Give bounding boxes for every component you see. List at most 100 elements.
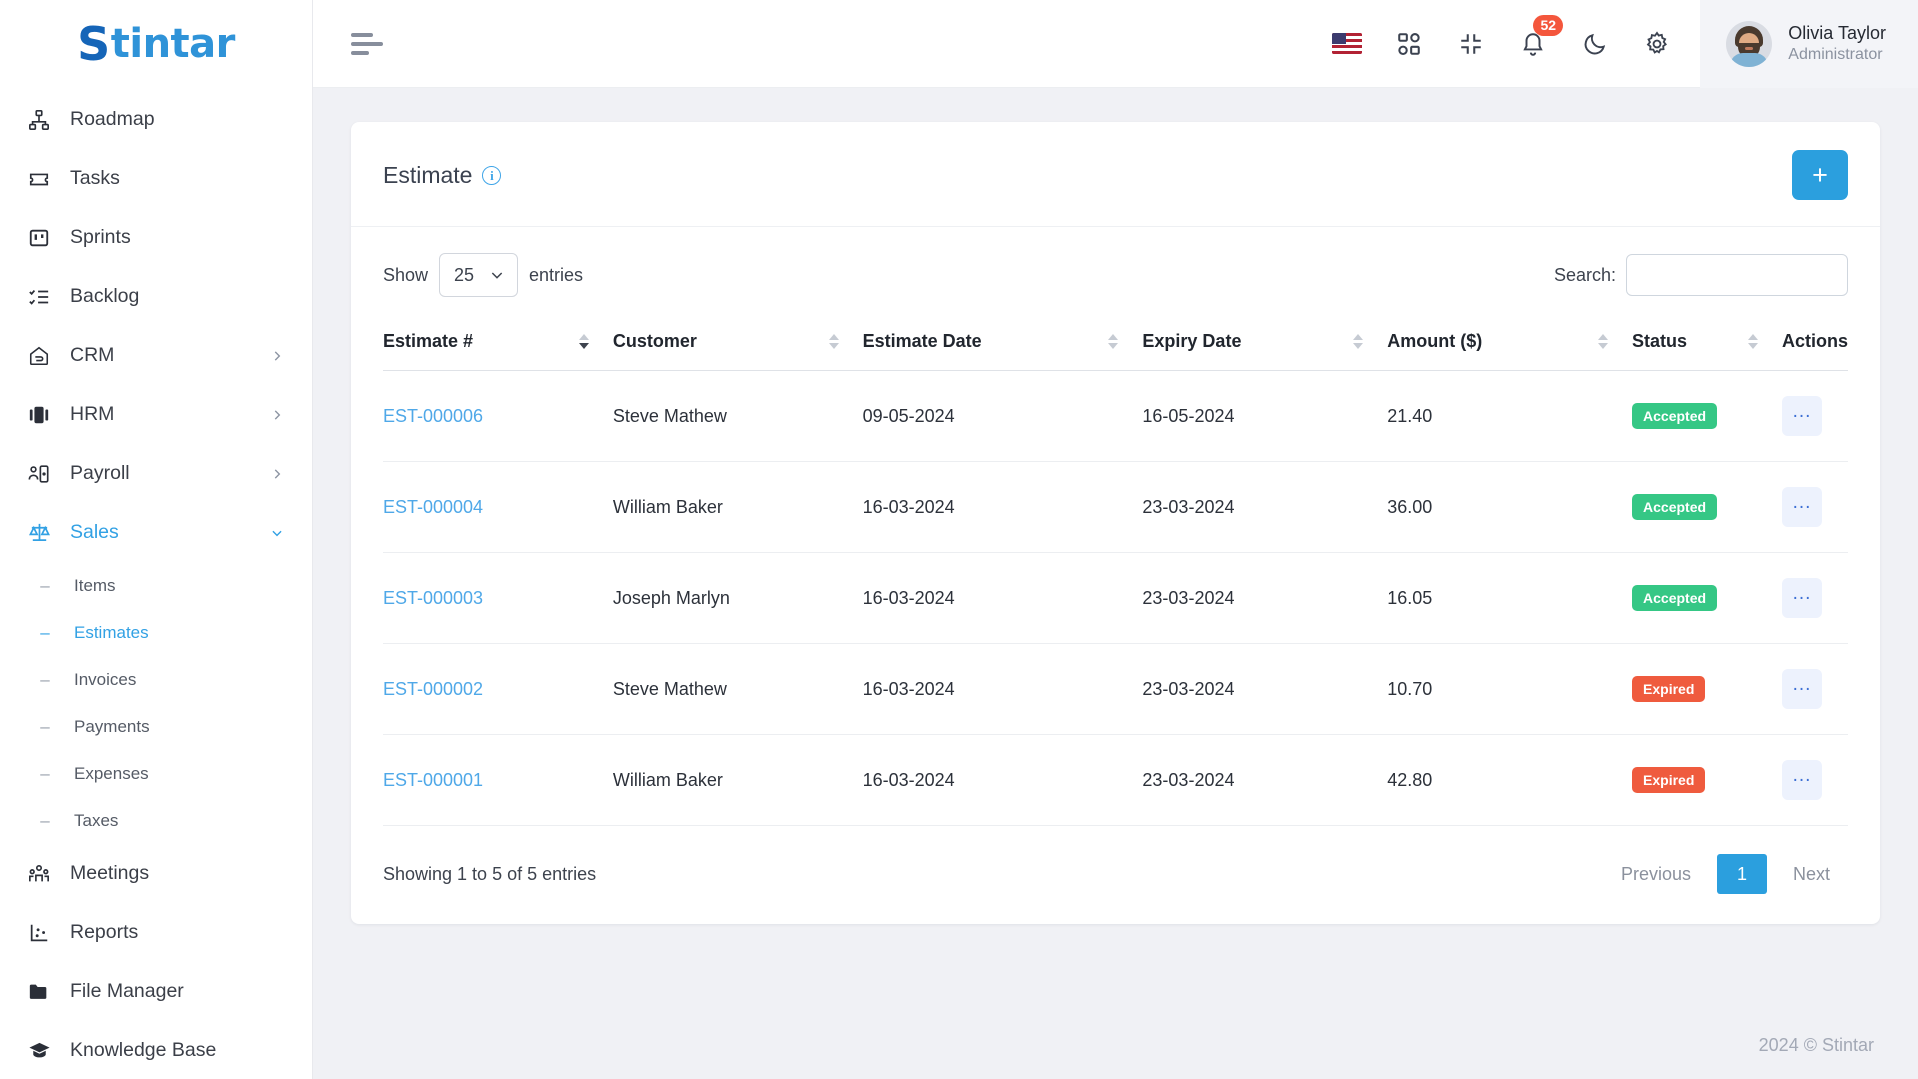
page-length-select[interactable]: 25 bbox=[439, 253, 519, 297]
top-bar: 52 Olivia Taylor Administrator bbox=[313, 0, 1918, 88]
sidebar-subitem-items[interactable]: – Items bbox=[0, 562, 312, 609]
meetings-icon bbox=[26, 861, 52, 887]
estimate-link[interactable]: EST-000003 bbox=[383, 588, 483, 608]
cell-status: Accepted bbox=[1632, 370, 1782, 462]
column-header-customer[interactable]: Customer bbox=[612, 317, 863, 371]
fullscreen-exit-icon[interactable] bbox=[1454, 27, 1488, 61]
avatar-mouth bbox=[1745, 46, 1754, 50]
cell-expiry-date: 23-03-2024 bbox=[1142, 734, 1388, 826]
sidebar-subitem-label: Estimates bbox=[74, 622, 149, 642]
menu-toggle-icon[interactable] bbox=[351, 26, 387, 62]
estimate-link[interactable]: EST-000001 bbox=[383, 770, 483, 790]
table-body: EST-000006 Steve Mathew 09-05-2024 16-05… bbox=[383, 370, 1848, 826]
pagination-previous[interactable]: Previous bbox=[1603, 855, 1709, 893]
sidebar-item-tasks[interactable]: Tasks bbox=[0, 149, 312, 208]
settings-gear-icon[interactable] bbox=[1640, 27, 1674, 61]
cell-customer: William Baker bbox=[612, 734, 863, 826]
dash-icon: – bbox=[40, 623, 50, 642]
content-area: Estimate i + Show 25 entries Search: Est… bbox=[313, 88, 1918, 1011]
crm-icon bbox=[26, 343, 52, 369]
table-row: EST-000003 Joseph Marlyn 16-03-2024 23-0… bbox=[383, 552, 1848, 644]
sidebar-item-file-manager[interactable]: File Manager bbox=[0, 962, 312, 1021]
sidebar-subitem-taxes[interactable]: – Taxes bbox=[0, 797, 312, 844]
user-role: Administrator bbox=[1788, 45, 1883, 63]
sort-indicator bbox=[828, 334, 839, 349]
th-inner: Estimate # bbox=[383, 331, 613, 352]
sidebar-subitem-estimates[interactable]: – Estimates bbox=[0, 609, 312, 656]
sidebar-subitem-payments[interactable]: – Payments bbox=[0, 703, 312, 750]
row-actions-button[interactable]: ... bbox=[1781, 760, 1822, 800]
language-flag-icon[interactable] bbox=[1330, 27, 1364, 61]
sidebar-item-sprints[interactable]: Sprints bbox=[0, 208, 312, 267]
sort-indicator bbox=[578, 334, 589, 349]
table-header-row: Estimate # Customer Estimate Date Expiry… bbox=[383, 317, 1848, 371]
file-manager-icon bbox=[26, 979, 52, 1005]
flag-canton bbox=[1332, 33, 1347, 44]
column-label: Estimate # bbox=[383, 331, 474, 351]
pagination-next[interactable]: Next bbox=[1775, 855, 1848, 893]
table-row: EST-000004 William Baker 16-03-2024 23-0… bbox=[383, 461, 1848, 553]
sidebar-item-label: CRM bbox=[70, 344, 115, 366]
th-inner: Estimate Date bbox=[863, 331, 1143, 352]
table-row: EST-000006 Steve Mathew 09-05-2024 16-05… bbox=[383, 370, 1848, 462]
sidebar-item-backlog[interactable]: Backlog bbox=[0, 267, 312, 326]
user-name: Olivia Taylor bbox=[1788, 23, 1886, 44]
cell-estimate-date: 16-03-2024 bbox=[862, 734, 1143, 826]
status-badge: Accepted bbox=[1632, 493, 1718, 521]
dark-mode-moon-icon[interactable] bbox=[1578, 27, 1612, 61]
info-icon[interactable]: i bbox=[482, 165, 502, 185]
brand-logo[interactable]: Stintar bbox=[0, 0, 312, 88]
sidebar-subitem-expenses[interactable]: – Expenses bbox=[0, 750, 312, 797]
row-actions-button[interactable]: ... bbox=[1781, 669, 1822, 709]
estimate-link[interactable]: EST-000004 bbox=[383, 497, 483, 517]
sort-indicator bbox=[1747, 334, 1758, 349]
row-actions-button[interactable]: ... bbox=[1781, 578, 1822, 618]
notifications-bell-icon[interactable]: 52 bbox=[1516, 14, 1564, 61]
sidebar-subitem-label: Items bbox=[74, 575, 116, 595]
pagination-page-1[interactable]: 1 bbox=[1716, 854, 1767, 894]
dash-icon: – bbox=[40, 717, 50, 736]
add-estimate-button[interactable]: + bbox=[1792, 150, 1848, 200]
dash-icon: – bbox=[40, 670, 50, 689]
dash-icon: – bbox=[40, 764, 50, 783]
sidebar-subitem-label: Invoices bbox=[74, 669, 137, 689]
cell-actions: ... bbox=[1781, 370, 1848, 462]
cell-amount: 36.00 bbox=[1387, 461, 1633, 553]
cell-estimate-date: 16-03-2024 bbox=[862, 552, 1143, 644]
sidebar-nav: Roadmap Tasks Sprints Backlog CRM HRM Pa… bbox=[0, 88, 312, 1079]
main-area: 52 Olivia Taylor Administrator Estimate … bbox=[313, 0, 1918, 1079]
column-header-estimate-number[interactable]: Estimate # bbox=[383, 317, 613, 371]
cell-amount: 42.80 bbox=[1387, 734, 1633, 826]
top-bar-icons: 52 bbox=[1330, 14, 1700, 61]
estimate-link[interactable]: EST-000002 bbox=[383, 679, 483, 699]
table-footer: Showing 1 to 5 of 5 entries Previous 1 N… bbox=[351, 826, 1880, 924]
search-input[interactable] bbox=[1626, 254, 1848, 296]
row-actions-button[interactable]: ... bbox=[1781, 487, 1822, 527]
sidebar-item-sales[interactable]: Sales bbox=[0, 503, 312, 562]
page-title-text: Estimate bbox=[383, 161, 473, 188]
sidebar-item-meetings[interactable]: Meetings bbox=[0, 844, 312, 903]
sidebar-item-reports[interactable]: Reports bbox=[0, 903, 312, 962]
sidebar-item-crm[interactable]: CRM bbox=[0, 326, 312, 385]
column-label: Customer bbox=[612, 331, 697, 351]
showing-entries-text: Showing 1 to 5 of 5 entries bbox=[383, 863, 597, 884]
estimate-link[interactable]: EST-000006 bbox=[383, 406, 483, 426]
copyright-text: 2024 © Stintar bbox=[1758, 1034, 1874, 1055]
user-profile-menu[interactable]: Olivia Taylor Administrator bbox=[1700, 0, 1918, 88]
apps-grid-icon[interactable] bbox=[1392, 27, 1426, 61]
th-inner: Amount ($) bbox=[1387, 331, 1632, 352]
column-header-estimate-date[interactable]: Estimate Date bbox=[862, 317, 1143, 371]
sidebar-item-knowledge-base[interactable]: Knowledge Base bbox=[0, 1021, 312, 1079]
sidebar-item-roadmap[interactable]: Roadmap bbox=[0, 90, 312, 149]
column-header-expiry-date[interactable]: Expiry Date bbox=[1142, 317, 1388, 371]
column-header-amount[interactable]: Amount ($) bbox=[1387, 317, 1633, 371]
sidebar-item-label: Reports bbox=[70, 921, 139, 943]
sidebar-subitem-invoices[interactable]: – Invoices bbox=[0, 656, 312, 703]
sidebar-item-payroll[interactable]: Payroll bbox=[0, 444, 312, 503]
column-header-status[interactable]: Status bbox=[1632, 317, 1782, 371]
estimate-card: Estimate i + Show 25 entries Search: Est… bbox=[351, 122, 1880, 924]
row-actions-button[interactable]: ... bbox=[1781, 396, 1822, 436]
sidebar-item-hrm[interactable]: HRM bbox=[0, 385, 312, 444]
search-control: Search: bbox=[1554, 254, 1848, 296]
cell-expiry-date: 16-05-2024 bbox=[1142, 370, 1388, 462]
